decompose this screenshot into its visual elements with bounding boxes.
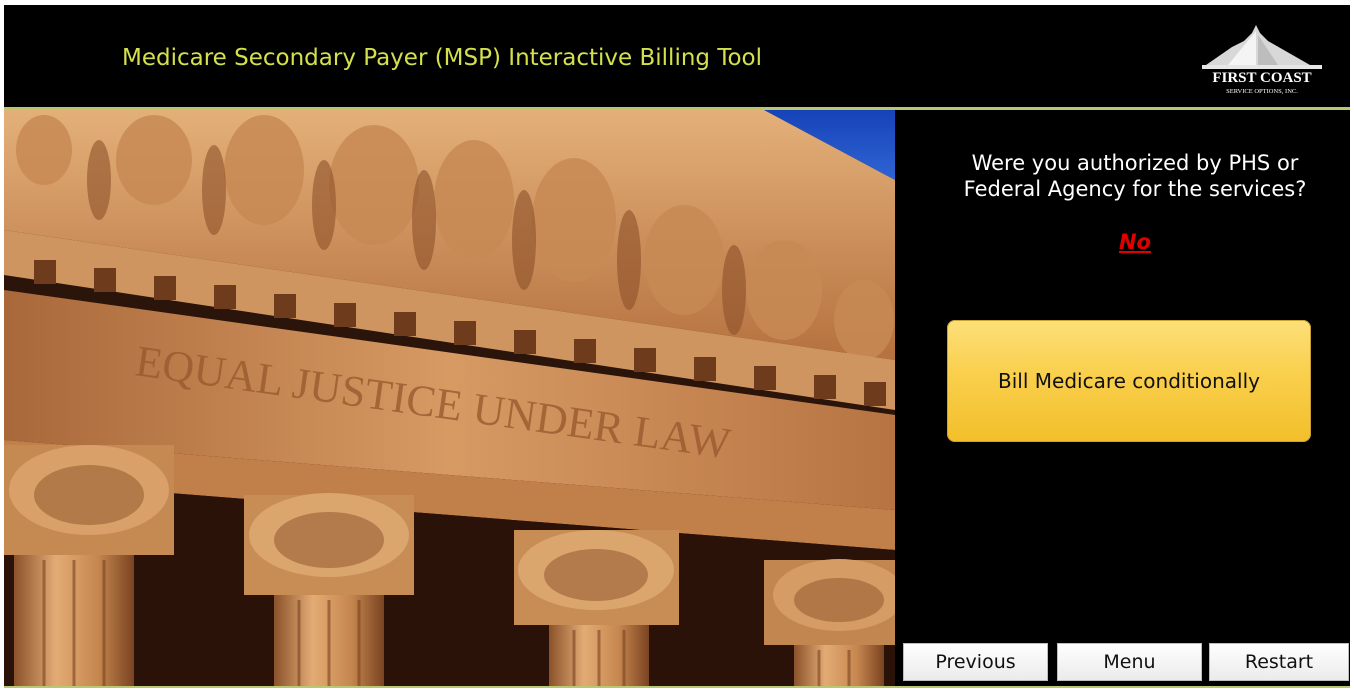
app-frame: Medicare Secondary Payer (MSP) Interacti…	[4, 5, 1350, 688]
bottom-divider	[4, 686, 1350, 688]
menu-button[interactable]: Menu	[1057, 643, 1202, 681]
previous-button[interactable]: Previous	[903, 643, 1048, 681]
answer-link[interactable]: No	[935, 230, 1335, 254]
first-coast-logo: FIRST COAST SERVICE OPTIONS, INC.	[1202, 25, 1322, 95]
supreme-court-photo: EQUAL JUSTICE UNDER LAW	[4, 110, 895, 688]
question-panel: Were you authorized by PHS or Federal Ag…	[895, 110, 1350, 688]
header: Medicare Secondary Payer (MSP) Interacti…	[4, 5, 1350, 107]
restart-button[interactable]: Restart	[1209, 643, 1349, 681]
logo-name: FIRST COAST	[1212, 70, 1311, 86]
page-title: Medicare Secondary Payer (MSP) Interacti…	[122, 45, 762, 71]
result-button-label: Bill Medicare conditionally	[998, 369, 1260, 393]
question-text: Were you authorized by PHS or Federal Ag…	[963, 151, 1307, 201]
bill-medicare-conditionally-button[interactable]: Bill Medicare conditionally	[947, 320, 1311, 442]
logo-subtitle: SERVICE OPTIONS, INC.	[1226, 88, 1298, 95]
